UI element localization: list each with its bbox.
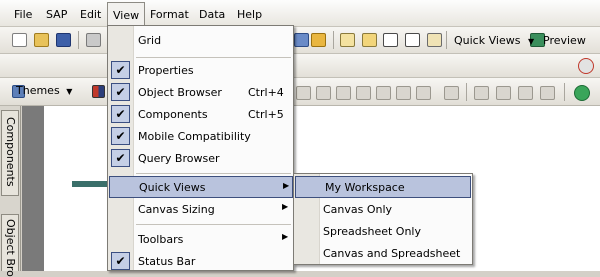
menu-item-status-bar[interactable]: ✔ Status Bar [108, 250, 293, 272]
check-icon: ✔ [111, 252, 130, 270]
align-left-icon[interactable] [296, 86, 311, 100]
menu-item-quick-views[interactable]: Quick Views ▶ [109, 176, 293, 198]
canvas-margin [22, 106, 44, 271]
check-icon: ✔ [111, 149, 130, 167]
print-icon[interactable] [86, 33, 101, 47]
preview-label: Preview [543, 34, 586, 47]
align-bottom-icon[interactable] [396, 86, 411, 100]
check-icon: ✔ [111, 105, 130, 123]
themes-dropdown[interactable]: Themes ▼ [16, 84, 72, 97]
chevron-down-icon: ▼ [527, 37, 535, 46]
export-icon[interactable] [294, 33, 309, 47]
menu-item-properties[interactable]: ✔ Properties [108, 59, 293, 81]
format-toolbar [0, 78, 600, 106]
layout-icon[interactable] [340, 33, 355, 47]
menu-help[interactable]: Help [237, 8, 262, 21]
database-icon[interactable] [311, 33, 326, 47]
check-icon: ✔ [111, 83, 130, 101]
themes-label: Themes [16, 84, 60, 97]
new-icon[interactable] [12, 33, 27, 47]
view-menu: Grid ✔ Properties ✔ Object Browser Ctrl+… [107, 25, 294, 271]
align-middle-icon[interactable] [376, 86, 391, 100]
tab-components-label: Components [4, 117, 17, 187]
quick-views-dropdown[interactable]: Quick Views ▼ [450, 31, 538, 51]
same-width-icon[interactable] [416, 86, 431, 100]
side-panel: Components Object Bro [0, 106, 21, 277]
menu-edit[interactable]: Edit [80, 8, 101, 21]
window-icon[interactable] [405, 33, 420, 47]
menu-file[interactable]: File [14, 8, 32, 21]
check-icon: ✔ [111, 127, 130, 145]
send-to-back-icon[interactable] [540, 86, 555, 100]
tab-components[interactable]: Components [1, 110, 19, 196]
menu-item-mobile-compatibility[interactable]: ✔ Mobile Compatibility [108, 125, 293, 147]
submenu-item-my-workspace[interactable]: My Workspace [295, 176, 471, 198]
refresh-icon[interactable] [574, 85, 590, 101]
secondary-toolbar [0, 54, 600, 78]
grid-icon[interactable] [427, 33, 442, 47]
bring-to-front-icon[interactable] [518, 86, 533, 100]
send-backward-icon[interactable] [496, 86, 511, 100]
bring-forward-icon[interactable] [474, 86, 489, 100]
menu-view[interactable]: View [107, 2, 146, 26]
help-icon[interactable] [578, 58, 594, 74]
align-top-icon[interactable] [356, 86, 371, 100]
frame-icon[interactable] [383, 33, 398, 47]
menu-data[interactable]: Data [199, 8, 225, 21]
submenu-arrow-icon: ▶ [283, 181, 290, 190]
chevron-down-icon: ▼ [66, 87, 73, 96]
menu-sap[interactable]: SAP [46, 8, 67, 21]
menu-item-toolbars[interactable]: Toolbars ▶ [108, 228, 293, 250]
submenu-arrow-icon: ▶ [282, 202, 289, 211]
same-height-icon[interactable] [444, 86, 459, 100]
menu-item-object-browser[interactable]: ✔ Object Browser Ctrl+4 [108, 81, 293, 103]
check-icon: ✔ [111, 61, 130, 79]
submenu-item-canvas-and-spreadsheet[interactable]: Canvas and Spreadsheet [294, 242, 472, 264]
menu-item-grid[interactable]: Grid [108, 29, 293, 51]
open-folder-icon[interactable] [34, 33, 49, 47]
menu-bar: File SAP Edit View Format Data Help [0, 0, 600, 27]
tab-object-browser[interactable]: Object Bro [1, 214, 19, 277]
color-scheme-icon[interactable] [92, 85, 105, 98]
tab-object-browser-label: Object Bro [4, 219, 17, 277]
align-right-icon[interactable] [336, 86, 351, 100]
submenu-arrow-icon: ▶ [282, 232, 289, 241]
submenu-item-canvas-only[interactable]: Canvas Only [294, 198, 472, 220]
submenu-item-spreadsheet-only[interactable]: Spreadsheet Only [294, 220, 472, 242]
quick-views-submenu: My Workspace Canvas Only Spreadsheet Onl… [293, 173, 473, 265]
menu-item-query-browser[interactable]: ✔ Query Browser [108, 147, 293, 169]
align-center-icon[interactable] [316, 86, 331, 100]
menu-format[interactable]: Format [150, 8, 189, 21]
save-icon[interactable] [56, 33, 71, 47]
menu-item-components[interactable]: ✔ Components Ctrl+5 [108, 103, 293, 125]
menu-item-canvas-sizing[interactable]: Canvas Sizing ▶ [108, 198, 293, 220]
align-icon[interactable] [362, 33, 377, 47]
preview-button[interactable]: Preview [543, 31, 586, 51]
quick-views-label: Quick Views [454, 34, 521, 47]
